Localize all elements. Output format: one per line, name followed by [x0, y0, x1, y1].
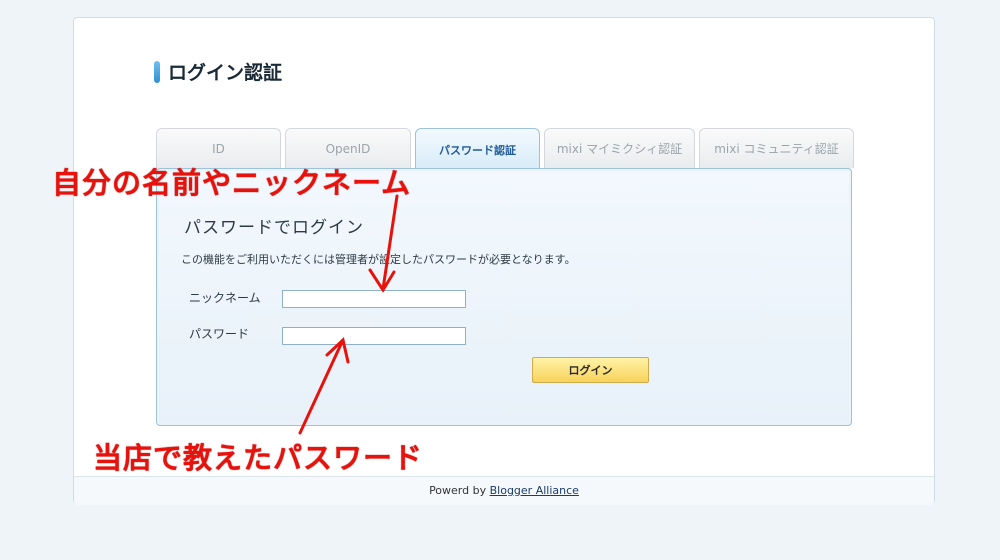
password-annotation: 当店で教えたパスワード [93, 441, 424, 475]
tab-password-auth[interactable]: パスワード認証 [415, 128, 540, 170]
password-login-panel: パスワードでログイン この機能をご利用いただくには管理者が設定したパスワードが必… [156, 168, 852, 426]
panel-heading: パスワードでログイン [184, 218, 364, 238]
nickname-input[interactable] [282, 290, 466, 308]
login-button[interactable]: ログイン [532, 357, 649, 383]
page-title: ログイン認証 [154, 58, 282, 85]
password-input[interactable] [282, 327, 466, 345]
footer: Powerd by Blogger Alliance [74, 476, 934, 505]
footer-link[interactable]: Blogger Alliance [490, 484, 579, 497]
panel-description: この機能をご利用いただくには管理者が設定したパスワードが必要となります。 [181, 253, 576, 266]
login-card: ログイン認証 ID OpenID パスワード認証 mixi マイミクシィ認証 m… [73, 17, 935, 505]
password-label: パスワード [189, 327, 250, 341]
footer-prefix: Powerd by [429, 484, 487, 497]
tab-mixi-mymixi-auth[interactable]: mixi マイミクシィ認証 [544, 128, 695, 168]
page-title-text: ログイン認証 [168, 62, 283, 84]
nickname-annotation: 自分の名前やニックネーム [52, 166, 412, 200]
nickname-label: ニックネーム [189, 291, 261, 305]
tab-mixi-community-auth[interactable]: mixi コミュニティ認証 [699, 128, 854, 168]
title-accent-bar [154, 60, 160, 83]
